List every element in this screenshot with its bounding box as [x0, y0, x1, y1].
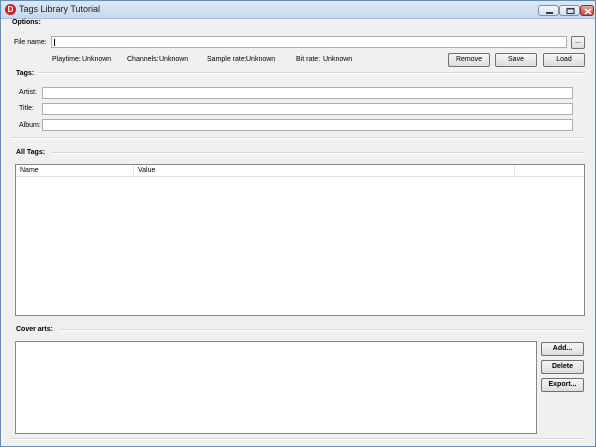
app-logo-icon: D — [5, 4, 16, 15]
file-name-label: File name: — [14, 39, 47, 46]
export-cover-button[interactable]: Export... — [541, 378, 584, 392]
cover-arts-list[interactable] — [15, 341, 537, 434]
channels-label: Channels: — [127, 56, 159, 63]
remove-button[interactable]: Remove — [448, 53, 490, 67]
close-icon — [584, 8, 592, 15]
title-label: Title: — [19, 105, 34, 112]
options-group-label: Options: — [12, 19, 41, 26]
close-button[interactable] — [580, 5, 594, 16]
load-button[interactable]: Load — [543, 53, 585, 67]
main-window: D Tags Library Tutorial Options: File na… — [0, 0, 596, 447]
channels-value: Unknown — [159, 56, 189, 63]
title-input[interactable] — [42, 103, 573, 115]
column-header-filler — [515, 165, 584, 176]
save-button[interactable]: Save — [495, 53, 537, 67]
bit-rate-value: Unknown — [323, 56, 353, 63]
sample-rate-value: Unknown — [246, 56, 276, 63]
maximize-button[interactable] — [559, 5, 580, 16]
all-tags-group-label: All Tags: — [16, 149, 46, 156]
add-cover-button[interactable]: Add... — [541, 342, 584, 356]
minimize-icon — [546, 12, 553, 14]
column-header-name[interactable]: Name — [16, 165, 134, 176]
bottom-separator — [11, 438, 585, 440]
title-bar[interactable]: D Tags Library Tutorial — [1, 1, 595, 19]
file-name-input[interactable] — [51, 36, 567, 48]
album-input[interactable] — [42, 119, 573, 131]
delete-cover-button[interactable]: Delete — [541, 360, 584, 374]
tags-separator — [38, 72, 585, 74]
playtime-value: Unknown — [82, 56, 112, 63]
maximize-icon — [566, 7, 575, 15]
all-tags-table[interactable]: Name Value — [15, 164, 585, 316]
window-title: Tags Library Tutorial — [19, 4, 101, 14]
artist-label: Artist: — [19, 89, 37, 96]
cover-arts-separator — [61, 329, 585, 331]
all-tags-top-separator — [11, 137, 585, 139]
table-header: Name Value — [16, 165, 584, 177]
sample-rate-label: Sample rate: — [207, 56, 247, 63]
bit-rate-label: Bit rate: — [296, 56, 321, 63]
column-header-value[interactable]: Value — [134, 165, 515, 176]
cover-arts-group-label: Cover arts: — [16, 326, 53, 333]
browse-button[interactable]: ... — [571, 36, 585, 49]
album-label: Album: — [19, 122, 41, 129]
minimize-button[interactable] — [538, 5, 559, 16]
artist-input[interactable] — [42, 87, 573, 99]
text-caret — [54, 39, 55, 46]
playtime-label: Playtime: — [52, 56, 81, 63]
all-tags-separator — [51, 152, 585, 154]
tags-group-label: Tags: — [16, 70, 35, 77]
